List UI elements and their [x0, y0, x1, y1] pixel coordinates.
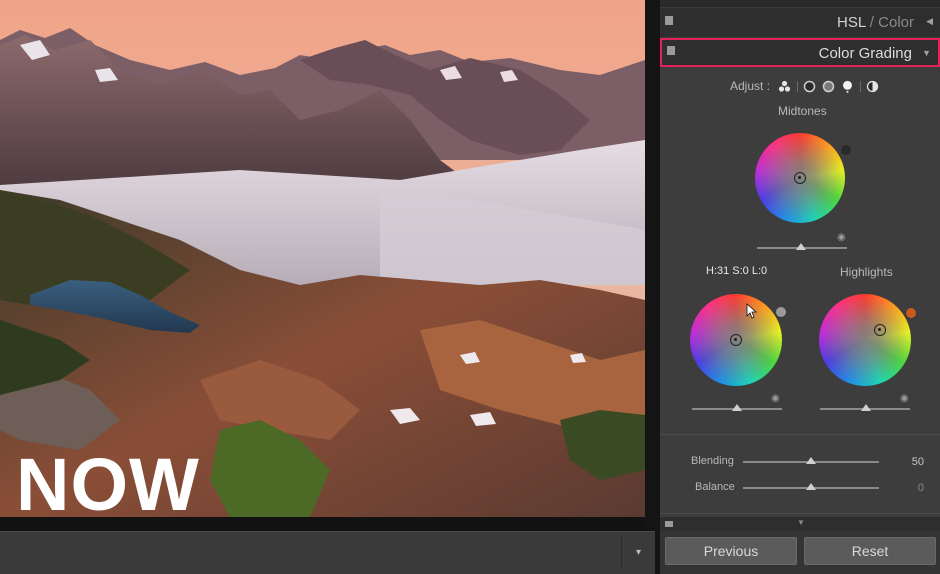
color-grading-content: Adjust : Midtones ◉ H:31 S:0 L:0 Highlig… [660, 67, 940, 532]
midtones-visibility-icon[interactable]: ◉ [837, 232, 846, 243]
highlights-slider-thumb[interactable] [861, 404, 871, 411]
hsl-color-section-header[interactable]: HSL / Color ◀ [660, 8, 940, 37]
lightroom-window: NOW ▾ HSL / Color ◀ Color Grading ▼ Adju… [0, 0, 940, 574]
midtones-label: Midtones [778, 104, 827, 118]
midtones-wheel-handle[interactable] [794, 172, 806, 184]
panel-divider [645, 0, 660, 574]
adjust-mode-row: Adjust : [730, 79, 885, 93]
shadows-hsl-readout: H:31 S:0 L:0 [706, 265, 768, 277]
blending-slider[interactable] [743, 457, 879, 464]
section-handle-icon [665, 16, 673, 25]
hsl-color-title: HSL / Color [837, 14, 914, 31]
mouse-cursor-icon [746, 303, 758, 319]
color-label: Color [878, 14, 914, 31]
three-way-view-icon[interactable] [778, 80, 791, 93]
balance-slider[interactable] [743, 483, 879, 490]
panel-top-edge [660, 0, 940, 7]
midtones-view-icon[interactable] [822, 80, 835, 93]
toolbar-strip: ▾ [0, 531, 655, 574]
photo-preview: NOW [0, 0, 645, 517]
balance-value[interactable]: 0 [894, 482, 924, 494]
color-grading-title: Color Grading [818, 45, 912, 62]
highlights-color-swatch[interactable] [906, 308, 916, 318]
highlights-luminance-slider[interactable] [820, 404, 910, 411]
global-view-icon[interactable] [866, 80, 879, 93]
section-handle-icon [665, 521, 673, 527]
adjust-separator [860, 80, 862, 92]
adjust-separator [797, 80, 799, 92]
highlights-color-wheel[interactable] [819, 294, 911, 386]
shadows-view-icon[interactable] [803, 80, 816, 93]
blending-slider-thumb[interactable] [806, 457, 816, 464]
blending-value[interactable]: 50 [894, 456, 924, 468]
toolbar-dropdown-icon[interactable]: ▾ [621, 536, 655, 570]
shadows-luminance-slider[interactable] [692, 404, 782, 411]
highlights-label: Highlights [840, 265, 893, 279]
midtones-color-swatch[interactable] [841, 145, 851, 155]
balance-slider-thumb[interactable] [806, 483, 816, 490]
panel-button-row: Previous Reset [660, 531, 940, 574]
hsl-label: HSL [837, 14, 866, 31]
previous-button[interactable]: Previous [665, 537, 797, 565]
hsl-separator: / [865, 14, 879, 31]
photo-bottom-border [0, 517, 645, 531]
collapse-triangle-icon[interactable]: ◀ [926, 16, 933, 27]
highlights-wheel-handle[interactable] [874, 324, 886, 336]
section-handle-icon [667, 46, 675, 55]
adjust-label: Adjust : [730, 79, 771, 93]
balance-label: Balance [695, 481, 735, 493]
midtones-slider-thumb[interactable] [796, 243, 806, 250]
develop-panel: HSL / Color ◀ Color Grading ▼ Adjust : M… [660, 0, 940, 574]
highlights-visibility-icon[interactable]: ◉ [900, 393, 909, 404]
blending-label: Blending [691, 455, 734, 467]
shadows-wheel-handle[interactable] [730, 334, 742, 346]
overlay-caption: NOW [16, 443, 200, 518]
midtones-color-wheel[interactable] [755, 133, 845, 223]
expand-triangle-icon[interactable]: ▼ [922, 48, 931, 58]
panel-collapse-triangle-icon[interactable]: ▼ [797, 518, 805, 527]
midtones-luminance-slider[interactable] [757, 243, 847, 250]
reset-button[interactable]: Reset [804, 537, 936, 565]
landscape-image [0, 0, 645, 517]
highlights-view-icon[interactable] [841, 80, 854, 93]
shadows-slider-thumb[interactable] [732, 404, 742, 411]
shadows-visibility-icon[interactable]: ◉ [771, 393, 780, 404]
section-divider [660, 434, 940, 435]
next-section-header[interactable]: ▼ [660, 517, 940, 531]
shadows-color-wheel[interactable] [690, 294, 782, 386]
shadows-color-swatch[interactable] [776, 307, 786, 317]
color-grading-section-header[interactable]: Color Grading ▼ [660, 38, 940, 67]
section-divider [660, 513, 940, 514]
